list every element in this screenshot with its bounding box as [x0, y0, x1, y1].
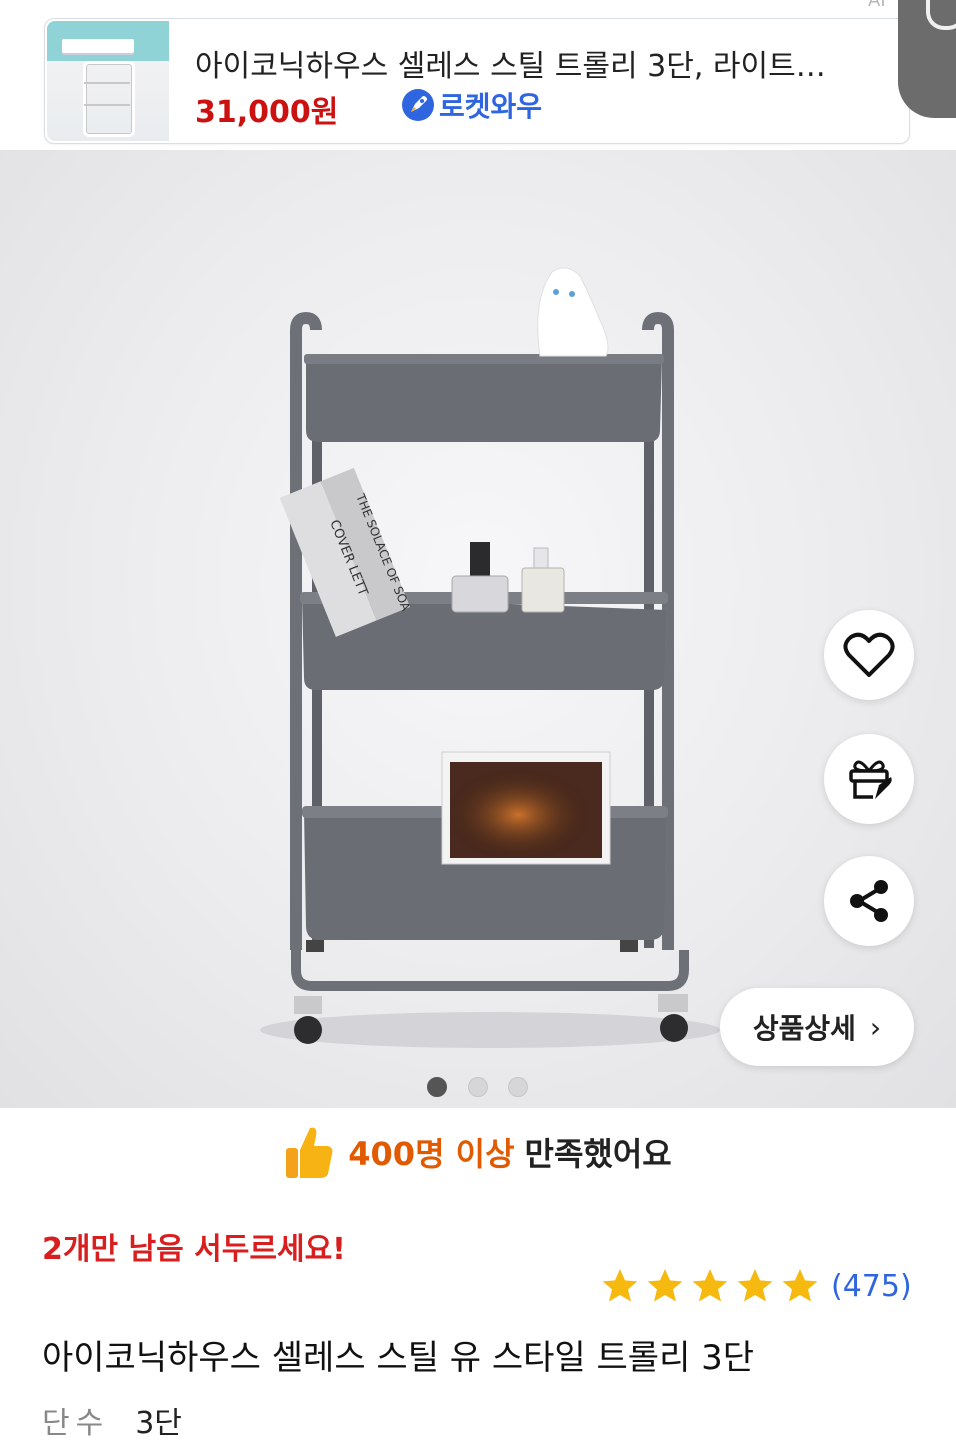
- option-label: 단수: [42, 1406, 110, 1441]
- product-title: 아이코닉하우스 셀레스 스틸 유 스타일 트롤리 3단: [42, 1338, 755, 1378]
- banner-price: 31,000원: [195, 95, 339, 130]
- product-banner[interactable]: 아이코닉하우스 셀레스 스틸 트롤리 3단, 라이트그레이 31,000원 로켓…: [44, 18, 923, 144]
- gift-icon: [849, 760, 892, 799]
- product-thumbnail: [47, 21, 169, 141]
- rocket-wow-label: 로켓와우: [439, 90, 543, 123]
- carousel-dot[interactable]: [427, 1077, 447, 1097]
- chevron-right-icon: ›: [869, 1010, 882, 1044]
- product-detail-button[interactable]: 상품상세 ›: [720, 988, 914, 1066]
- banner-product-title: 아이코닉하우스 셀레스 스틸 트롤리 3단, 라이트그레이: [195, 49, 835, 84]
- gift-button[interactable]: [824, 734, 914, 824]
- review-count[interactable]: (475): [831, 1269, 912, 1304]
- star-icon: [602, 1269, 638, 1302]
- carousel-dot[interactable]: [508, 1077, 528, 1097]
- ai-assistant-tab[interactable]: [898, 0, 956, 118]
- share-icon: [850, 880, 888, 922]
- heart-icon: [843, 632, 895, 677]
- star-icon: [692, 1269, 728, 1302]
- star-icon: [782, 1269, 818, 1302]
- option-value: 3단: [135, 1406, 182, 1441]
- rating-stars[interactable]: (475): [600, 1266, 912, 1306]
- star-icon: [737, 1269, 773, 1302]
- rocket-icon: [402, 89, 434, 121]
- satisfaction-count: 400명 이상: [348, 1135, 515, 1173]
- carousel-indicator: [0, 1076, 956, 1100]
- product-image[interactable]: COVER LETT THE SOLACE OF SOA: [0, 150, 956, 1108]
- ad-label: AI: [868, 0, 886, 11]
- share-button[interactable]: [824, 856, 914, 946]
- trolley-illustration: COVER LETT THE SOLACE OF SOA: [260, 267, 720, 1048]
- satisfaction-banner: 400명 이상 만족했어요: [0, 1120, 956, 1184]
- satisfaction-text: 만족했어요: [524, 1135, 672, 1173]
- wishlist-button[interactable]: [824, 610, 914, 700]
- carousel-dot[interactable]: [468, 1077, 488, 1097]
- low-stock-notice: 2개만 남음 서두르세요!: [42, 1232, 346, 1267]
- thumbs-up-icon: [286, 1127, 333, 1178]
- product-detail-label: 상품상세: [752, 1012, 856, 1045]
- star-icon: [647, 1269, 683, 1302]
- option-row[interactable]: 단수 3단: [42, 1398, 182, 1442]
- rocket-wow-badge: 로켓와우: [401, 87, 542, 123]
